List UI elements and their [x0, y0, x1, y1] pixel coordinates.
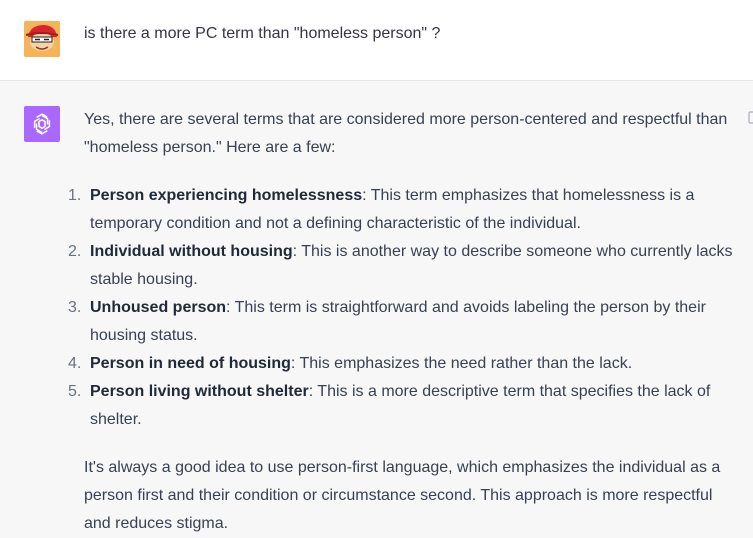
list-number: 1.	[68, 187, 82, 204]
assistant-avatar	[24, 106, 60, 142]
openai-logo-icon	[33, 113, 51, 135]
list-item: 2. Individual without housing: This is an…	[68, 238, 734, 294]
term-label: Person experiencing homelessness	[90, 187, 363, 204]
term-description: : This emphasizes the need rather than t…	[290, 355, 633, 372]
assistant-message-row: Yes, there are several terms that are co…	[0, 81, 753, 538]
term-label: Person in need of housing	[90, 355, 291, 372]
terms-list: 1. Person experiencing homelessness : This…	[68, 182, 734, 434]
list-item: 1. Person experiencing homelessness: This…	[68, 182, 734, 238]
list-number: 2.	[68, 243, 82, 260]
user-avatar-cartoon-icon	[24, 21, 60, 57]
copy-icon[interactable]	[748, 111, 753, 125]
assistant-intro-text: Yes, there are several terms that are co…	[84, 111, 728, 156]
user-message-text: is there a more PC term than "homeless p…	[84, 25, 441, 42]
assistant-outro-text: It's always a good idea to use person-fi…	[84, 459, 721, 532]
user-avatar	[24, 21, 60, 57]
list-number: 3.	[68, 299, 82, 316]
term-label: Person living without shelter	[90, 383, 309, 400]
list-number: 4.	[68, 355, 82, 372]
list-item: 4. Person in need of housing: This emphas…	[68, 350, 734, 378]
term-label: Individual without housing	[90, 243, 293, 260]
list-item: 5. Person living without shelter: This is…	[68, 378, 734, 434]
term-label: Unhoused person	[90, 299, 227, 316]
user-message-row: is there a more PC term than "homeless p…	[0, 0, 753, 81]
assistant-message-body: Yes, there are several terms that are co…	[68, 106, 734, 538]
list-number: 5.	[68, 383, 82, 400]
list-item: 3. Unhoused person: This term is straight…	[68, 294, 734, 350]
